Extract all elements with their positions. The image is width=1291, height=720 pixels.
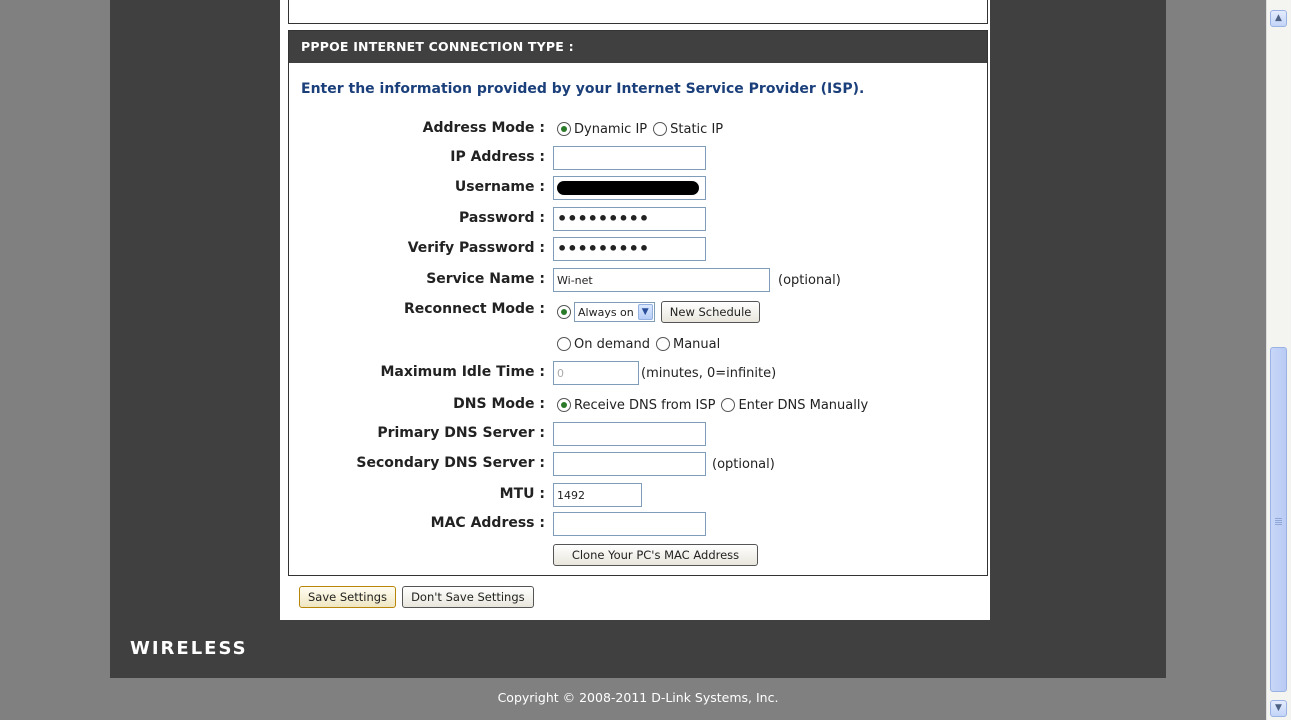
ip-address-label: IP Address :	[450, 149, 545, 165]
username-row: Username :	[289, 175, 989, 201]
page-background-right	[1166, 0, 1266, 720]
section-intro: Enter the information provided by your I…	[301, 81, 865, 97]
enter-dns-manually-label: Enter DNS Manually	[738, 397, 869, 413]
verify-password-input[interactable]: •••••••••	[553, 237, 706, 261]
receive-dns-radio[interactable]	[557, 398, 571, 412]
left-sidebar-panel	[110, 0, 280, 620]
dynamic-ip-label: Dynamic IP	[574, 121, 648, 137]
save-actions: Save Settings Don't Save Settings	[299, 586, 540, 608]
address-mode-label: Address Mode :	[422, 120, 545, 136]
schedule-select[interactable]: Always on ▼	[574, 302, 655, 322]
username-input[interactable]	[553, 176, 706, 200]
scroll-down-icon[interactable]: ▼	[1270, 700, 1287, 717]
mtu-row: MTU : 1492	[289, 482, 989, 508]
reconnect-mode-row: Reconnect Mode : Always on ▼ New Schedul…	[289, 299, 989, 325]
manual-label: Manual	[672, 336, 721, 352]
copyright-text: Copyright © 2008-2011 D-Link Systems, In…	[497, 690, 779, 705]
address-mode-row: Address Mode : Dynamic IP Static IP	[289, 116, 989, 142]
clone-mac-button[interactable]: Clone Your PC's MAC Address	[553, 544, 758, 566]
secondary-dns-row: Secondary DNS Server : (optional)	[289, 451, 989, 477]
chevron-down-icon[interactable]: ▼	[637, 304, 653, 320]
secondary-dns-label: Secondary DNS Server :	[356, 455, 545, 471]
ip-address-row: IP Address :	[289, 145, 989, 171]
password-input[interactable]: •••••••••	[553, 207, 706, 231]
on-demand-radio[interactable]	[557, 337, 571, 351]
max-idle-time-input[interactable]: 0	[553, 361, 639, 385]
dns-mode-row: DNS Mode : Receive DNS from ISP Enter DN…	[289, 392, 989, 418]
on-demand-label: On demand	[574, 336, 650, 352]
wireless-logo: WIRELESS	[130, 638, 248, 659]
schedule-select-value: Always on	[578, 305, 634, 319]
verify-password-label: Verify Password :	[407, 240, 545, 256]
footer-bar: WIRELESS	[110, 620, 1166, 678]
scrollbar-thumb[interactable]	[1270, 347, 1287, 692]
service-name-label: Service Name :	[426, 271, 545, 287]
mtu-input[interactable]: 1492	[553, 483, 642, 507]
new-schedule-button[interactable]: New Schedule	[660, 301, 761, 323]
primary-dns-label: Primary DNS Server :	[377, 425, 545, 441]
receive-dns-label: Receive DNS from ISP	[574, 397, 716, 413]
vertical-scrollbar[interactable]: ▲ ▼	[1266, 0, 1291, 720]
dynamic-ip-radio[interactable]	[557, 122, 571, 136]
previous-section-box	[288, 0, 988, 24]
secondary-dns-input[interactable]	[553, 452, 706, 476]
max-idle-time-label: Maximum Idle Time :	[380, 364, 545, 380]
service-name-optional-note: (optional)	[778, 272, 841, 288]
reconnect-schedule-radio[interactable]	[557, 305, 571, 319]
clone-mac-row: Clone Your PC's MAC Address	[289, 542, 989, 568]
right-sidebar-panel	[990, 0, 1166, 620]
enter-dns-manually-radio[interactable]	[721, 398, 736, 412]
static-ip-radio[interactable]	[653, 122, 668, 136]
service-name-row: Service Name : Wi-net (optional)	[289, 267, 989, 293]
username-redaction	[557, 181, 699, 195]
max-idle-time-note: (minutes, 0=infinite)	[641, 365, 777, 381]
password-row: Password : •••••••••	[289, 206, 989, 232]
dns-mode-label: DNS Mode :	[453, 396, 545, 412]
mac-address-label: MAC Address :	[430, 515, 545, 531]
scroll-up-icon[interactable]: ▲	[1270, 10, 1287, 27]
ip-address-input[interactable]	[553, 146, 706, 170]
mac-address-row: MAC Address :	[289, 511, 989, 537]
pppoe-section: PPPOE INTERNET CONNECTION TYPE : Enter t…	[288, 30, 988, 576]
dont-save-settings-button[interactable]: Don't Save Settings	[402, 586, 534, 608]
primary-dns-input[interactable]	[553, 422, 706, 446]
mtu-label: MTU :	[499, 486, 545, 502]
username-label: Username :	[454, 179, 545, 195]
password-label: Password :	[459, 210, 545, 226]
service-name-input[interactable]: Wi-net	[553, 268, 770, 292]
section-title: PPPOE INTERNET CONNECTION TYPE :	[289, 31, 987, 63]
mac-address-input[interactable]	[553, 512, 706, 536]
save-settings-button[interactable]: Save Settings	[299, 586, 397, 608]
static-ip-label: Static IP	[670, 121, 724, 137]
page-background-left	[0, 0, 110, 720]
grip-icon	[1275, 518, 1282, 519]
secondary-dns-optional-note: (optional)	[712, 456, 775, 472]
reconnect-mode-label: Reconnect Mode :	[403, 301, 545, 317]
max-idle-time-row: Maximum Idle Time : 0 (minutes, 0=infini…	[289, 360, 989, 386]
reconnect-options-row: On demand Manual	[289, 331, 989, 357]
verify-password-row: Verify Password : •••••••••	[289, 236, 989, 262]
primary-dns-row: Primary DNS Server :	[289, 421, 989, 447]
manual-radio[interactable]	[655, 337, 670, 351]
